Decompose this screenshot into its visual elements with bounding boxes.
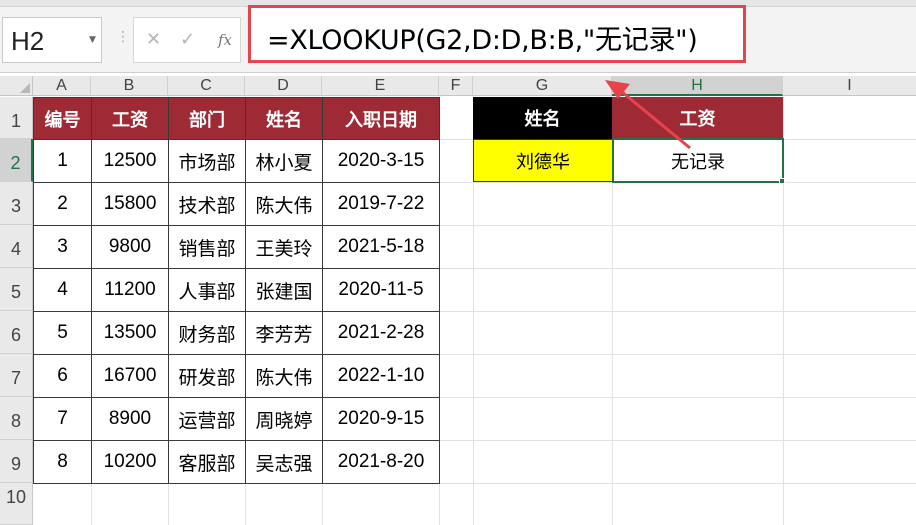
- row-header-3[interactable]: 3: [0, 182, 33, 225]
- table-cell-id[interactable]: 1: [33, 139, 92, 183]
- row-header-5[interactable]: 5: [0, 268, 33, 311]
- table-cell-date[interactable]: 2021-2-28: [322, 311, 440, 355]
- table-cell-date[interactable]: 2022-1-10: [322, 354, 440, 398]
- fill-handle[interactable]: [779, 178, 785, 184]
- cancel-icon[interactable]: ✕: [146, 29, 161, 50]
- table-cell-salary[interactable]: 16700: [91, 354, 169, 398]
- row-header-1[interactable]: 1: [0, 97, 33, 139]
- table-cell-date[interactable]: 2020-3-15: [322, 139, 440, 183]
- table-header-id[interactable]: 编号: [33, 97, 92, 140]
- table-cell-dept[interactable]: 技术部: [168, 182, 246, 226]
- table-cell-id[interactable]: 7: [33, 397, 92, 441]
- row-header-10[interactable]: 10: [0, 483, 33, 525]
- lookup-result-cell[interactable]: 无记录: [612, 138, 784, 183]
- table-cell-dept[interactable]: 人事部: [168, 268, 246, 312]
- table-cell-salary[interactable]: 13500: [91, 311, 169, 355]
- table-header-dept[interactable]: 部门: [168, 97, 246, 140]
- table-cell-name[interactable]: 李芳芳: [245, 311, 323, 355]
- table-cell-date[interactable]: 2021-8-20: [322, 440, 440, 484]
- table-cell-date[interactable]: 2021-5-18: [322, 225, 440, 269]
- row-header-8[interactable]: 8: [0, 397, 33, 440]
- table-cell-name[interactable]: 吴志强: [245, 440, 323, 484]
- table-cell-dept[interactable]: 市场部: [168, 139, 246, 183]
- table-cell-salary[interactable]: 8900: [91, 397, 169, 441]
- table-cell-id[interactable]: 2: [33, 182, 92, 226]
- table-cell-salary[interactable]: 9800: [91, 225, 169, 269]
- formula-input[interactable]: =XLOOKUP(G2,D:D,B:B,"无记录"): [248, 5, 746, 63]
- table-cell-salary[interactable]: 11200: [91, 268, 169, 312]
- table-cell-salary[interactable]: 12500: [91, 139, 169, 183]
- col-header-a[interactable]: A: [33, 76, 91, 96]
- insert-function-icon[interactable]: fx: [218, 31, 232, 49]
- table-cell-dept[interactable]: 客服部: [168, 440, 246, 484]
- table-cell-name[interactable]: 陈大伟: [245, 182, 323, 226]
- table-cell-dept[interactable]: 运营部: [168, 397, 246, 441]
- col-header-h[interactable]: H: [612, 76, 783, 96]
- lookup-name-header[interactable]: 姓名: [473, 97, 612, 139]
- col-header-b[interactable]: B: [91, 76, 168, 96]
- name-box[interactable]: H2 ▼: [2, 17, 102, 63]
- table-header-salary[interactable]: 工资: [91, 97, 169, 140]
- table-cell-date[interactable]: 2020-9-15: [322, 397, 440, 441]
- table-header-date[interactable]: 入职日期: [322, 97, 440, 140]
- row-header-7[interactable]: 7: [0, 354, 33, 397]
- table-cell-date[interactable]: 2019-7-22: [322, 182, 440, 226]
- table-header-name[interactable]: 姓名: [245, 97, 323, 140]
- table-cell-dept[interactable]: 财务部: [168, 311, 246, 355]
- table-cell-id[interactable]: 6: [33, 354, 92, 398]
- table-cell-date[interactable]: 2020-11-5: [322, 268, 440, 312]
- table-cell-salary[interactable]: 10200: [91, 440, 169, 484]
- chevron-down-icon[interactable]: ▼: [89, 35, 96, 45]
- enter-check-icon[interactable]: ✓: [180, 29, 195, 50]
- table-cell-name[interactable]: 林小夏: [245, 139, 323, 183]
- table-cell-dept[interactable]: 销售部: [168, 225, 246, 269]
- lookup-name-input-cell[interactable]: 刘德华: [473, 139, 613, 182]
- row-header-4[interactable]: 4: [0, 225, 33, 268]
- select-all-corner[interactable]: [0, 76, 33, 96]
- col-header-d[interactable]: D: [245, 76, 322, 96]
- formula-buttons: ✕ ✓ fx: [133, 17, 241, 63]
- table-cell-name[interactable]: 陈大伟: [245, 354, 323, 398]
- row-header-6[interactable]: 6: [0, 311, 33, 354]
- table-cell-dept[interactable]: 研发部: [168, 354, 246, 398]
- table-cell-id[interactable]: 5: [33, 311, 92, 355]
- table-cell-name[interactable]: 王美玲: [245, 225, 323, 269]
- col-header-e[interactable]: E: [322, 76, 439, 96]
- col-header-i[interactable]: I: [783, 76, 916, 96]
- col-header-g[interactable]: G: [473, 76, 612, 96]
- table-cell-name[interactable]: 周晓婷: [245, 397, 323, 441]
- formula-text: =XLOOKUP(G2,D:D,B:B,"无记录"): [267, 25, 698, 56]
- table-cell-name[interactable]: 张建国: [245, 268, 323, 312]
- col-header-c[interactable]: C: [168, 76, 245, 96]
- table-cell-salary[interactable]: 15800: [91, 182, 169, 226]
- row-header-2[interactable]: 2: [0, 139, 33, 182]
- table-cell-id[interactable]: 4: [33, 268, 92, 312]
- name-box-value: H2: [11, 26, 45, 56]
- table-cell-id[interactable]: 8: [33, 440, 92, 484]
- row-header-9[interactable]: 9: [0, 440, 33, 483]
- lookup-salary-header[interactable]: 工资: [612, 97, 783, 139]
- table-cell-id[interactable]: 3: [33, 225, 92, 269]
- col-header-f[interactable]: F: [439, 76, 473, 96]
- drag-handle-icon[interactable]: ⋮: [116, 29, 130, 45]
